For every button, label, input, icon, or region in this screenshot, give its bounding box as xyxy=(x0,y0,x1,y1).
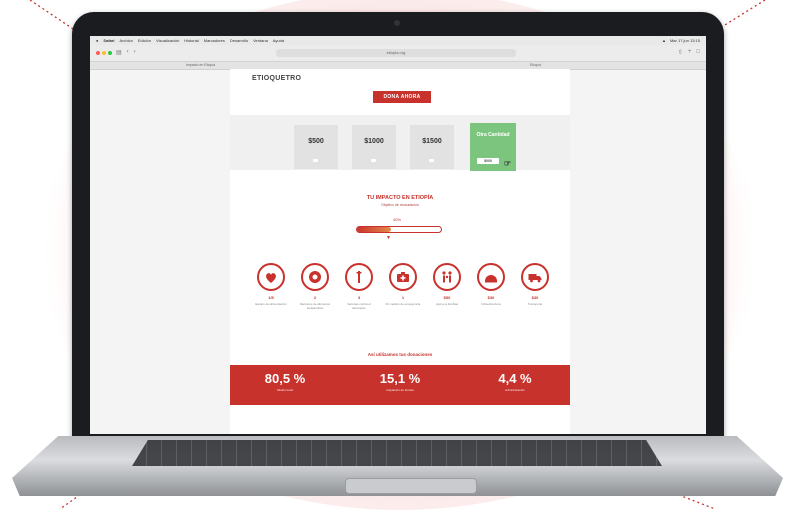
impact-label: Apoyo a familias xyxy=(435,302,458,306)
allocation-mission: 80,5 % Misión local xyxy=(240,371,330,392)
new-tab-icon[interactable]: + xyxy=(688,49,692,56)
tabs-icon[interactable]: □ xyxy=(696,49,700,56)
amount-option-1000[interactable]: $1000 xyxy=(352,125,396,169)
progress-fill xyxy=(357,227,391,232)
clock[interactable]: Mar 17 jun 13:15 xyxy=(670,38,700,43)
menu-visualizacion[interactable]: Visualización xyxy=(156,38,179,43)
impact-label: Equipo de alimentación xyxy=(255,302,287,306)
impact-item-vaccines: 3 Vacunas contra el sarampión xyxy=(340,263,378,310)
allocation-caption: Administración xyxy=(505,388,525,392)
donate-now-button[interactable]: DONA AHORA xyxy=(373,91,431,103)
sidebar-icon[interactable]: ▤ xyxy=(116,49,122,56)
menu-edicion[interactable]: Edición xyxy=(138,38,151,43)
impact-item-infrastructure: $30 Infraestructura xyxy=(472,263,510,306)
menu-archivo[interactable]: Archivo xyxy=(120,38,133,43)
impact-label: Transporte xyxy=(527,302,543,306)
impact-title: TU IMPACTO EN ETIOPÍA xyxy=(366,195,434,201)
back-icon[interactable]: ‹ xyxy=(127,49,129,56)
impact-icon-row: 1/5 Equipo de alimentación 2 Raciones de… xyxy=(252,263,552,333)
allocation-percent: 15,1 % xyxy=(379,371,421,386)
impact-count: 3 xyxy=(357,295,361,300)
fundraising-progress-bar xyxy=(356,226,442,233)
impact-item-medical-kit: 1 Kit médico de emergencia xyxy=(384,263,422,306)
amount-value: $1000 xyxy=(364,138,384,145)
syringe-icon xyxy=(345,263,373,291)
custom-amount-input[interactable]: $000 xyxy=(477,158,499,164)
close-window-button[interactable] xyxy=(96,51,100,55)
radio-indicator xyxy=(313,159,318,162)
impact-item-feeding: 1/5 Equipo de alimentación xyxy=(252,263,290,306)
amount-value: $1500 xyxy=(422,138,442,145)
medical-kit-icon xyxy=(389,263,417,291)
impact-count: $50 xyxy=(443,295,451,300)
share-icon[interactable]: ⇧ xyxy=(678,49,683,56)
apple-icon[interactable]: ● xyxy=(96,38,98,43)
laptop-keyboard xyxy=(132,440,662,466)
radio-indicator xyxy=(371,159,376,162)
impact-label: Raciones de alimentos terapéuticos xyxy=(299,302,331,310)
menu-marcadores[interactable]: Marcadores xyxy=(204,38,225,43)
laptop-screen: ● Safari Archivo Edición Visualización H… xyxy=(90,36,706,434)
site-header: ETIOQUETRO xyxy=(252,75,301,82)
impact-label: Infraestructura xyxy=(481,302,501,306)
impact-count: 1/5 xyxy=(268,295,274,300)
impact-count: $30 xyxy=(531,295,539,300)
custom-amount-label: Otra Cantidad xyxy=(476,132,510,138)
site-logo[interactable]: ETIOQUETRO xyxy=(252,75,301,82)
allocation-band: 80,5 % Misión local 15,1 % Captación de … xyxy=(230,365,570,405)
progress-marker-icon: ▼ xyxy=(386,235,391,241)
allocation-title: Así utilizamos tus donaciones xyxy=(367,352,433,357)
allocation-caption: Misión local xyxy=(277,388,293,392)
menu-desarrollo[interactable]: Desarrollo xyxy=(230,38,248,43)
amount-value: $500 xyxy=(308,138,324,145)
laptop-trackpad xyxy=(345,478,477,494)
custom-amount-card[interactable]: Otra Cantidad $000 ☞ xyxy=(470,123,516,171)
amount-selector-band xyxy=(230,115,570,170)
zoom-window-button[interactable] xyxy=(108,51,112,55)
impact-label: Kit médico de emergencia xyxy=(385,302,421,306)
heart-drop-icon xyxy=(257,263,285,291)
address-bar[interactable]: etiopia.org xyxy=(276,49,516,57)
amount-option-500[interactable]: $500 xyxy=(294,125,338,169)
menu-ayuda[interactable]: Ayuda xyxy=(273,38,284,43)
allocation-caption: Captación de fondos xyxy=(386,388,414,392)
donation-page: ETIOQUETRO DONA AHORA $500 $1000 $1500 O… xyxy=(230,69,570,434)
laptop-lid: ● Safari Archivo Edición Visualización H… xyxy=(72,12,724,442)
menu-historial[interactable]: Historial xyxy=(184,38,198,43)
amount-option-1500[interactable]: $1500 xyxy=(410,125,454,169)
impact-label: Vacunas contra el sarampión xyxy=(347,302,371,310)
impact-item-families: $50 Apoyo a familias xyxy=(428,263,466,306)
menu-safari[interactable]: Safari xyxy=(103,38,114,43)
browser-toolbar: ▤ ‹ › etiopia.org ⇧ + □ xyxy=(90,45,706,62)
impact-item-transport: $30 Transporte xyxy=(516,263,554,306)
minimize-window-button[interactable] xyxy=(102,51,106,55)
allocation-percent: 4,4 % xyxy=(498,371,532,386)
window-controls xyxy=(96,51,112,55)
allocation-percent: 80,5 % xyxy=(264,371,306,386)
food-bowl-icon xyxy=(301,263,329,291)
allocation-fundraising: 15,1 % Captación de fondos xyxy=(355,371,445,392)
impact-count: 2 xyxy=(313,295,317,300)
dome-icon xyxy=(477,263,505,291)
forward-icon[interactable]: › xyxy=(134,49,136,56)
radio-indicator xyxy=(429,159,434,162)
camera-dot xyxy=(394,20,400,26)
impact-count: $30 xyxy=(487,295,495,300)
progress-label: 40% xyxy=(393,217,402,222)
tab-impacto[interactable]: Impacto en Etiopía xyxy=(186,63,215,67)
wifi-icon[interactable]: ▲ xyxy=(662,38,666,43)
impact-subtitle: Objetivo de recaudación xyxy=(381,203,419,207)
menu-ventana[interactable]: Ventana xyxy=(253,38,268,43)
mac-menubar: ● Safari Archivo Edición Visualización H… xyxy=(90,36,706,45)
impact-item-food-rations: 2 Raciones de alimentos terapéuticos xyxy=(296,263,334,310)
truck-icon xyxy=(521,263,549,291)
family-icon xyxy=(433,263,461,291)
impact-count: 1 xyxy=(401,295,405,300)
tab-etiopia[interactable]: Etiopía xyxy=(530,63,541,67)
pointer-cursor-icon: ☞ xyxy=(503,159,511,168)
allocation-admin: 4,4 % Administración xyxy=(470,371,560,392)
